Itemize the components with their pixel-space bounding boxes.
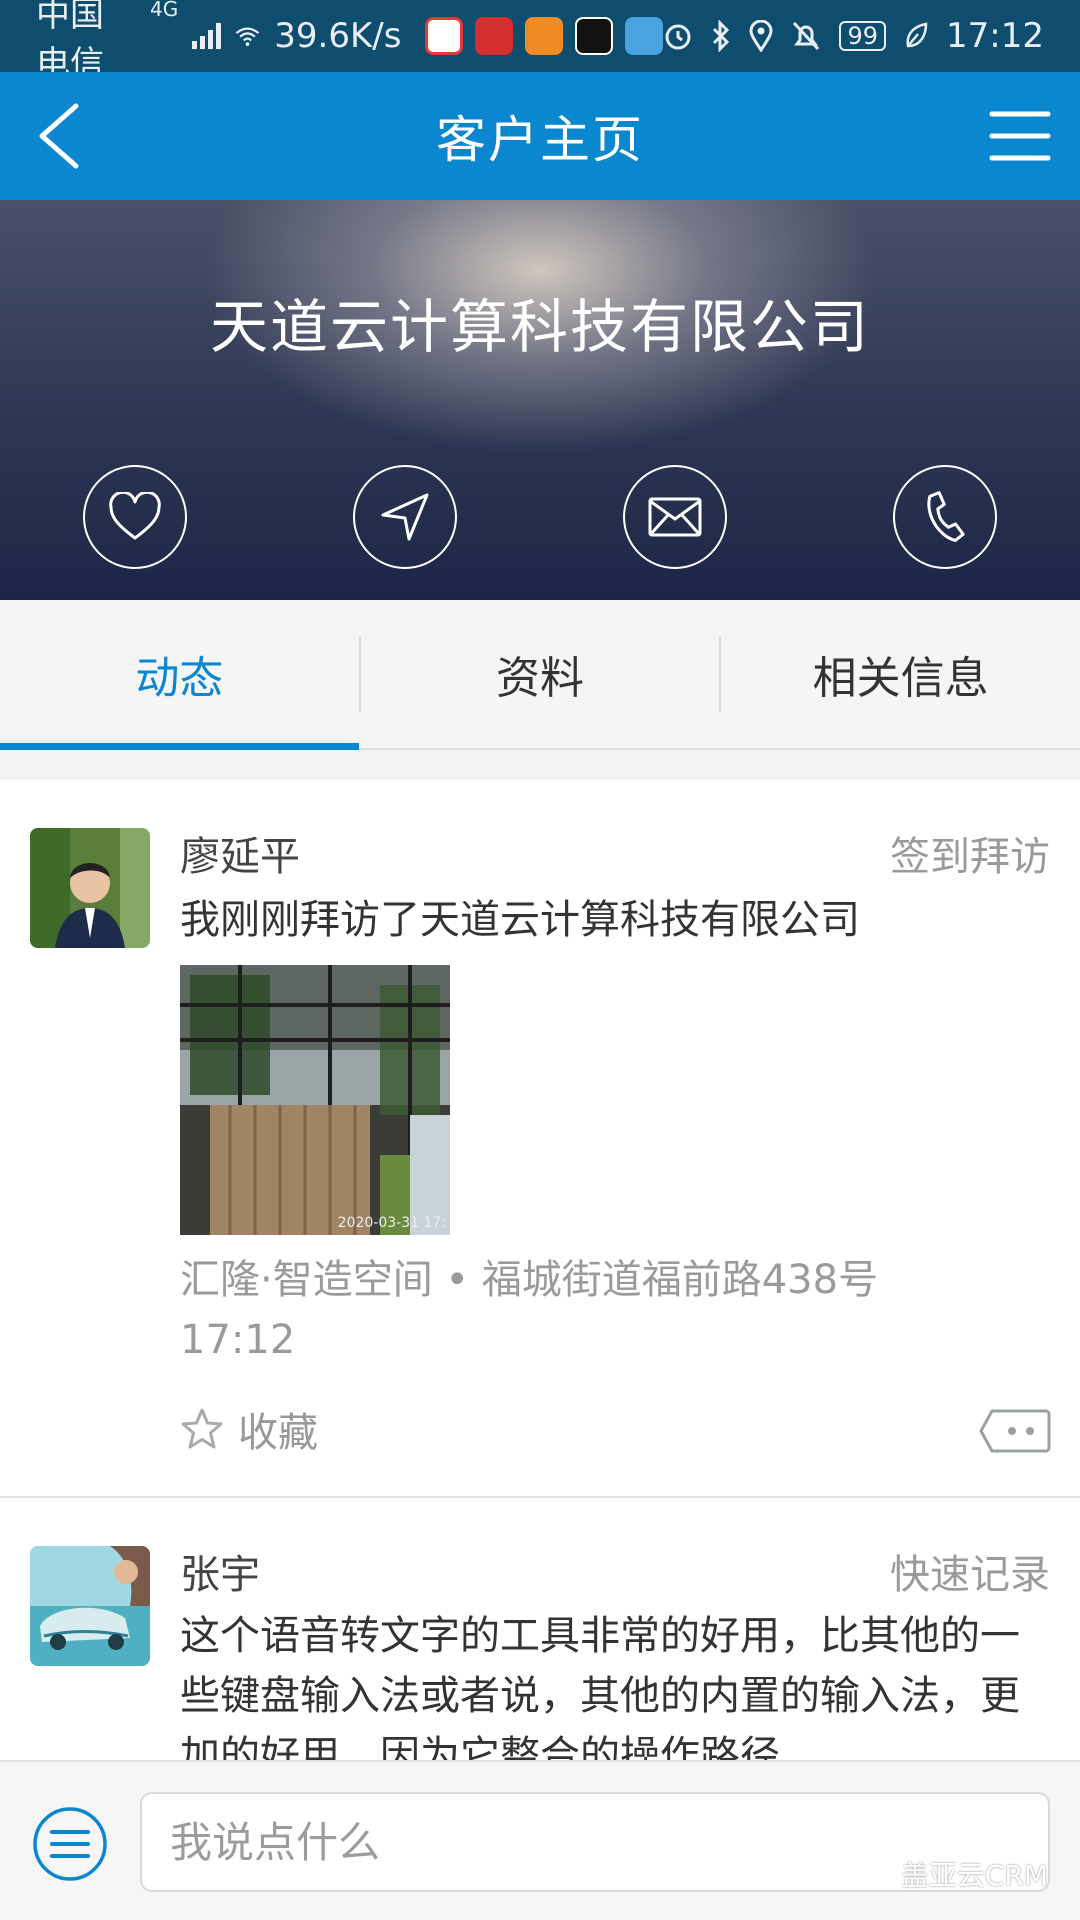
visit-location: 汇隆·智造空间 • 福城街道福前路438号 17:12 [180, 1250, 1050, 1370]
author-name[interactable]: 廖延平 [180, 824, 300, 882]
signal-icon [192, 23, 222, 49]
mute-icon [793, 21, 820, 51]
author-name[interactable]: 张宇 [180, 1542, 260, 1600]
network-speed: 39.6K/s [274, 16, 402, 56]
tab-related-info[interactable]: 相关信息 [721, 600, 1080, 748]
star-icon [181, 1408, 223, 1449]
battery-level: 99 [839, 21, 887, 51]
favorite-button[interactable]: 收藏 [180, 1400, 318, 1458]
company-name: 天道云计算科技有限公司 [209, 293, 870, 361]
customer-hero: 天道云计算科技有限公司 [0, 200, 1080, 600]
avatar[interactable] [30, 828, 150, 948]
activity-type: 签到拜访 [890, 834, 1050, 880]
avatar[interactable] [30, 1546, 150, 1666]
email-button[interactable] [623, 465, 727, 569]
ifeng-icon [475, 17, 514, 55]
post-time: 17:12 [180, 1317, 296, 1363]
leaf-icon [906, 22, 928, 48]
post-content: 我刚刚拜访了天道云计算科技有限公司 [180, 897, 860, 943]
section-gap [0, 750, 1080, 780]
location-icon [749, 20, 773, 52]
comment-button[interactable] [978, 1408, 1052, 1454]
location-address: 汇隆·智造空间 • 福城街道福前路438号 [180, 1257, 879, 1303]
visit-photo[interactable]: 2020-03-31 17: [180, 965, 450, 1235]
app-bar: 客户主页 [0, 72, 1080, 200]
watermark: 盖亚云CRM [857, 1854, 1048, 1894]
clock: 17:12 [946, 16, 1044, 56]
call-button[interactable] [893, 465, 997, 569]
feed-item: 张宇 快速记录 这个语音转文字的工具非常的好用，比其他的一些键盘输入法或者说，其… [0, 1500, 1080, 1760]
composer-bar: 盖亚云CRM [0, 1760, 1080, 1920]
watermark-text: 盖亚云CRM [900, 1859, 1048, 1892]
network-type: 4G [150, 0, 179, 21]
photo-timestamp: 2020-03-31 17: [337, 1215, 446, 1231]
back-button[interactable] [30, 102, 94, 170]
post-content: 这个语音转文字的工具非常的好用，比其他的一些键盘输入法或者说，其他的内置的输入法… [180, 1613, 1020, 1760]
menu-button[interactable] [988, 106, 1052, 166]
video-icon [525, 17, 564, 55]
status-bar: 中国电信 4G 39.6K/s 99 17:12 [0, 0, 1080, 84]
navigate-icon [381, 493, 429, 541]
activity-type: 快速记录 [890, 1552, 1050, 1598]
browser-icon [625, 17, 664, 55]
alarm-icon [665, 24, 691, 50]
phone-icon [927, 491, 965, 542]
p-app-icon [575, 17, 614, 55]
bluetooth-icon [713, 20, 730, 52]
tab-activity[interactable]: 动态 [0, 600, 359, 750]
feed-item: 廖延平 签到拜访 我刚刚拜访了天道云计算科技有限公司 2020-03-31 17… [0, 780, 1080, 1498]
tab-profile[interactable]: 资料 [361, 600, 720, 748]
wechat-icon [857, 1862, 892, 1886]
page-title: 客户主页 [436, 111, 644, 169]
heart-icon [109, 492, 161, 540]
du-icon [425, 17, 464, 55]
list-menu-button[interactable] [32, 1806, 108, 1882]
navigate-button[interactable] [353, 465, 457, 569]
favorite-label: 收藏 [238, 1410, 318, 1456]
tab-bar: 动态 资料 相关信息 [0, 600, 1080, 750]
wifi-icon [236, 27, 260, 46]
follow-button[interactable] [83, 465, 187, 569]
mail-icon [648, 497, 702, 537]
